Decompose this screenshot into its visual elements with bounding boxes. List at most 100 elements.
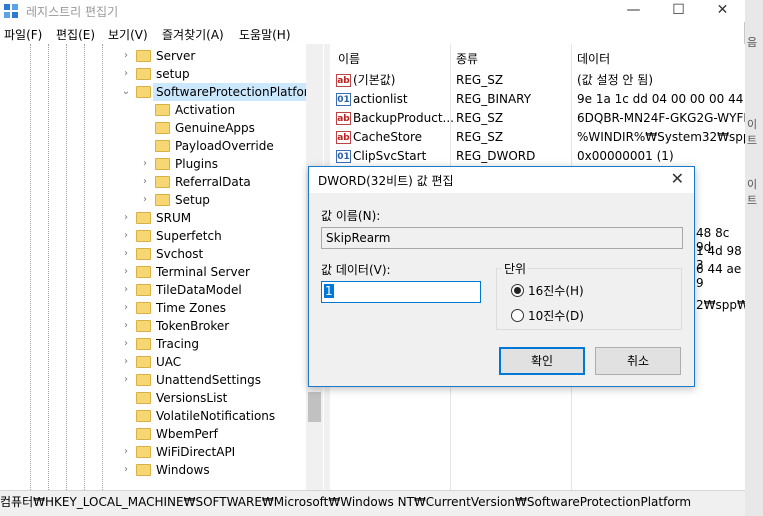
tree-guide-line: [66, 44, 67, 490]
folder-icon: [136, 410, 151, 422]
tree-scrollbar-thumb[interactable]: [308, 392, 321, 422]
menu-favorites[interactable]: 즐겨찾기(A): [162, 26, 224, 43]
folder-icon: [155, 122, 170, 134]
value-name: CacheStore: [353, 130, 423, 144]
background-text: 이트: [747, 118, 758, 147]
dialog-title: DWORD(32비트) 값 편집: [318, 174, 454, 188]
value-data-partial: 6 44 ae 9: [696, 262, 742, 290]
value-data-label: 값 데이터(V):: [321, 263, 391, 277]
tree-item-label: Activation: [175, 103, 236, 117]
value-data: (값 설정 안 됨): [577, 73, 654, 87]
menu-file[interactable]: 파일(F): [4, 26, 42, 43]
folder-icon: [136, 86, 151, 98]
value-name: BackupProduct...: [353, 111, 454, 125]
close-button[interactable]: ✕: [700, 0, 745, 22]
expander-icon[interactable]: ›: [120, 65, 132, 83]
menu-view[interactable]: 보기(V): [108, 26, 148, 43]
string-value-icon: ab: [336, 74, 351, 87]
folder-icon: [155, 104, 170, 116]
value-row[interactable]: ab BackupProduct... REG_SZ 6DQBR-MN24F-GKG2…: [330, 109, 745, 128]
expander-icon[interactable]: ›: [120, 245, 132, 263]
value-type: REG_BINARY: [456, 92, 532, 106]
tree-guide-line: [84, 44, 85, 490]
tree-item-label: UAC: [156, 355, 182, 369]
ok-button[interactable]: 확인: [499, 347, 585, 375]
value-row[interactable]: abCacheStore REG_SZ %WINDIR%₩System32₩spp₩…: [330, 128, 745, 147]
expander-icon[interactable]: ›: [139, 191, 151, 209]
tree-item-label: Superfetch: [156, 229, 222, 243]
value-data-input[interactable]: 1: [321, 281, 481, 303]
column-header-data[interactable]: 데이터: [577, 50, 610, 67]
hex-radio[interactable]: [511, 284, 524, 297]
value-type: REG_SZ: [456, 130, 504, 144]
expander-icon[interactable]: ›: [139, 155, 151, 173]
value-type: REG_DWORD: [456, 149, 536, 163]
value-row[interactable]: 01 actionlist REG_BINARY 9e 1a 1c dd 04 00 …: [330, 90, 745, 109]
menu-edit[interactable]: 편집(E): [56, 26, 95, 43]
column-header-name[interactable]: 이름: [338, 50, 360, 67]
expander-icon[interactable]: ›: [120, 281, 132, 299]
expander-icon[interactable]: ›: [120, 353, 132, 371]
expander-icon[interactable]: ›: [120, 47, 132, 65]
value-name: (기본값): [353, 73, 396, 87]
expander-icon[interactable]: ›: [120, 335, 132, 353]
tree-guide-line: [102, 44, 103, 490]
value-type: REG_SZ: [456, 111, 504, 125]
tree-item-label: Terminal Server: [156, 265, 250, 279]
folder-icon: [136, 230, 151, 242]
folder-icon: [136, 50, 151, 62]
dec-radio-label[interactable]: 10진수(D): [528, 307, 584, 324]
tree-item-label: Setup: [175, 193, 210, 207]
expander-icon[interactable]: ›: [120, 263, 132, 281]
folder-icon: [136, 464, 151, 476]
expander-icon[interactable]: ›: [120, 209, 132, 227]
value-data-text: 1: [324, 284, 334, 298]
expander-icon[interactable]: ⌄: [120, 83, 132, 101]
value-name: actionlist: [353, 92, 408, 106]
tree-guide-line: [30, 44, 31, 490]
tree-item-label: VolatileNotifications: [156, 409, 276, 423]
folder-icon: [155, 176, 170, 188]
expander-icon[interactable]: ›: [120, 443, 132, 461]
value-name: ClipSvcStart: [353, 149, 427, 163]
tree-item-label: TileDataModel: [156, 283, 242, 297]
string-value-icon: ab: [336, 131, 351, 144]
value-name-field: SkipRearm: [321, 227, 683, 249]
key-tree-pane[interactable]: › Server › setup ⌄ SoftwareProtectionPlatform…: [0, 44, 323, 490]
cancel-button[interactable]: 취소: [595, 347, 681, 375]
dialog-close-icon[interactable]: ✕: [671, 169, 684, 188]
edit-dword-dialog: DWORD(32비트) 값 편집 ✕ 값 이름(N): SkipRearm 값 …: [308, 166, 695, 387]
tree-item-label: TokenBroker: [156, 319, 230, 333]
base-group-box: [496, 268, 682, 330]
minimize-button[interactable]: —: [611, 0, 656, 22]
expander-icon[interactable]: ›: [120, 461, 132, 479]
title-bar: 레지스트리 편집기 — ☐ ✕: [0, 0, 745, 22]
dec-radio[interactable]: [511, 309, 524, 322]
expander-icon[interactable]: ›: [120, 371, 132, 389]
value-row[interactable]: ab (기본값) REG_SZ (값 설정 안 됨): [330, 71, 745, 90]
menu-help[interactable]: 도움말(H): [239, 26, 291, 43]
tree-item-label: Server: [156, 49, 196, 63]
tree-item-label: VersionsList: [156, 391, 228, 405]
value-type: REG_SZ: [456, 73, 504, 87]
folder-icon: [136, 428, 151, 440]
folder-icon: [136, 338, 151, 350]
maximize-button[interactable]: ☐: [656, 0, 701, 22]
binary-value-icon: 01: [336, 150, 351, 163]
expander-icon[interactable]: ›: [120, 299, 132, 317]
value-data-partial: 2₩spp₩st: [696, 298, 745, 312]
base-group-label: 단위: [502, 260, 529, 277]
tree-item-label: SoftwareProtectionPlatform: [153, 83, 323, 101]
expander-icon[interactable]: ›: [120, 227, 132, 245]
hex-radio-label[interactable]: 16진수(H): [528, 282, 584, 299]
folder-icon: [155, 194, 170, 206]
value-row[interactable]: 01 ClipSvcStart REG_DWORD 0x00000001 (1): [330, 147, 745, 166]
binary-value-icon: 01: [336, 93, 351, 106]
tree-item-label: SRUM: [156, 211, 192, 225]
expander-icon[interactable]: ›: [139, 173, 151, 191]
tree-item-label: setup: [156, 67, 190, 81]
column-header-type[interactable]: 종류: [456, 50, 478, 67]
expander-icon[interactable]: ›: [120, 317, 132, 335]
folder-icon: [155, 140, 170, 152]
tree-item-label: Windows: [156, 463, 210, 477]
